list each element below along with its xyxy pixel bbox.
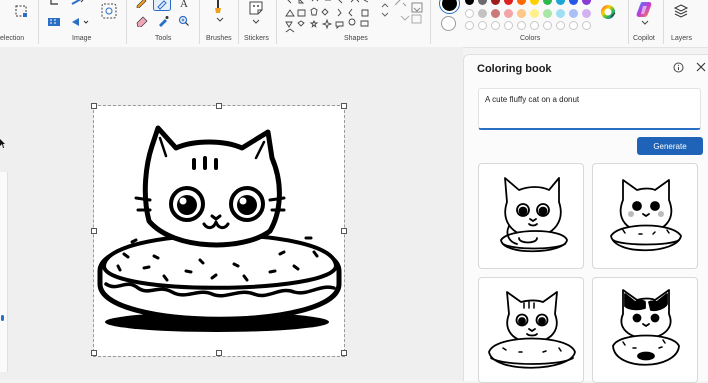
info-icon[interactable]	[673, 62, 684, 73]
layers-icon[interactable]	[673, 3, 689, 19]
color-swatch[interactable]	[517, 9, 526, 18]
custom-color-slot[interactable]	[530, 21, 539, 30]
result-thumbnail[interactable]	[478, 277, 584, 383]
color-swatch[interactable]	[569, 0, 578, 5]
color-swatch[interactable]	[582, 9, 591, 18]
group-label-colors: Colors	[520, 35, 541, 42]
custom-color-slot[interactable]	[504, 21, 513, 30]
resize-handle[interactable]	[341, 103, 347, 109]
scroll-thumb[interactable]	[1, 315, 4, 321]
custom-color-slot[interactable]	[556, 21, 565, 30]
color-swatch[interactable]	[504, 0, 513, 5]
result-thumbnail[interactable]	[592, 277, 698, 383]
resize-handle[interactable]	[216, 103, 222, 109]
pointer-icon	[0, 139, 6, 149]
color-swatch[interactable]	[556, 0, 565, 5]
color-swatch[interactable]	[543, 0, 552, 5]
color-swatch[interactable]	[530, 0, 539, 5]
resize-handle[interactable]	[341, 350, 347, 356]
custom-color-slot[interactable]	[517, 21, 526, 30]
color-swatch[interactable]	[569, 9, 578, 18]
drawing-canvas[interactable]	[91, 103, 347, 357]
coloring-book-panel: Coloring book A cute fluffy cat on a don…	[463, 54, 708, 383]
custom-color-slot[interactable]	[543, 21, 552, 30]
color-swatch[interactable]	[504, 9, 513, 18]
resize-handle[interactable]	[91, 228, 97, 234]
result-thumbnail[interactable]	[592, 163, 698, 269]
color-swatch[interactable]	[478, 0, 487, 5]
left-scroll-strip	[0, 172, 8, 372]
color-swatch[interactable]	[517, 0, 526, 5]
ribbon-toolbar: election Image A Tools Brushes Stickers …	[0, 0, 708, 48]
panel-title: Coloring book	[477, 63, 552, 75]
copilot-dropdown-icon[interactable]	[641, 20, 649, 26]
divider	[663, 0, 664, 44]
generate-button[interactable]: Generate	[637, 137, 703, 155]
custom-color-slot[interactable]	[582, 21, 591, 30]
color-swatch[interactable]	[543, 9, 552, 18]
custom-color-slot[interactable]	[491, 21, 500, 30]
divider	[628, 0, 629, 44]
custom-color-slot[interactable]	[465, 21, 474, 30]
color-swatch[interactable]	[465, 0, 474, 5]
resize-handle[interactable]	[91, 350, 97, 356]
result-thumbnail[interactable]	[478, 163, 584, 269]
cat-on-donut-drawing	[97, 125, 342, 332]
copilot-icon[interactable]	[636, 1, 654, 19]
resize-handle[interactable]	[341, 228, 347, 234]
color-swatch[interactable]	[556, 9, 565, 18]
prompt-input[interactable]: A cute fluffy cat on a donut	[478, 88, 701, 130]
color-swatch[interactable]	[530, 9, 539, 18]
edit-colors-icon[interactable]	[600, 4, 616, 20]
resize-handle[interactable]	[91, 103, 97, 109]
group-label-copilot: Copilot	[633, 35, 655, 42]
group-label-layers: Layers	[671, 35, 693, 42]
color-swatch[interactable]	[491, 0, 500, 5]
resize-handle[interactable]	[216, 350, 222, 356]
custom-color-slot[interactable]	[569, 21, 578, 30]
color-swatch[interactable]	[491, 9, 500, 18]
close-icon[interactable]	[696, 62, 706, 72]
color-swatch[interactable]	[582, 0, 591, 5]
color-swatch[interactable]	[465, 9, 474, 18]
color-swatch[interactable]	[478, 9, 487, 18]
custom-color-slot[interactable]	[478, 21, 487, 30]
